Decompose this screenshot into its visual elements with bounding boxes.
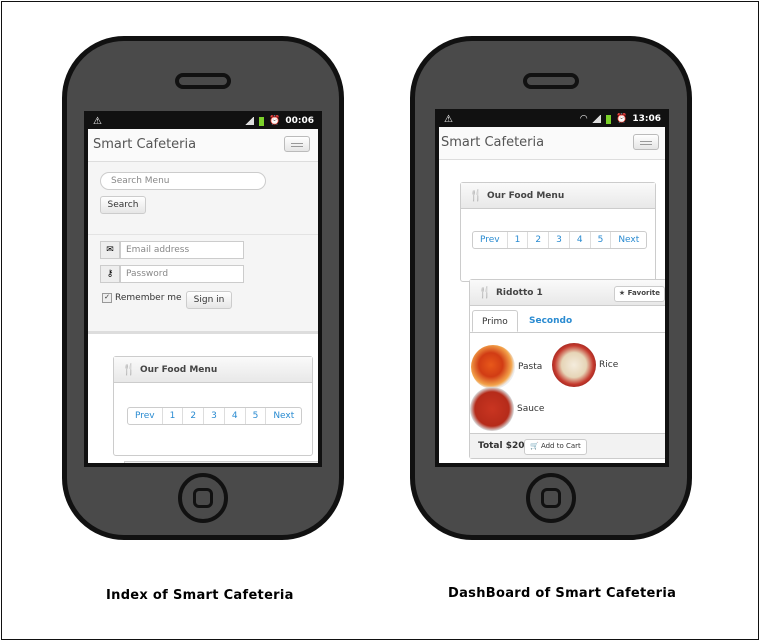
login-section: ✉ Email address ⚷ Password ✓ Remember me… [88, 235, 318, 334]
remember-me[interactable]: ✓ Remember me [102, 293, 182, 303]
phone-dashboard: ⚠ ◠ ⏰ 13:06 Smart Cafeteria 🍴 Our Food M… [410, 36, 692, 540]
food-item-panel: 🍴 Ridotto 1 ★ Favorite Primo Secondo Pas… [469, 279, 665, 459]
alarm-icon: ⏰ [616, 114, 628, 124]
email-field[interactable]: Email address [120, 241, 244, 259]
warning-icon: ⚠ [444, 114, 453, 125]
signal-icon [592, 115, 602, 123]
phone-index: ⚠ ⏰ 00:06 Smart Cafeteria Search Menu Se… [62, 36, 344, 540]
sauce-image [470, 387, 514, 431]
page-5[interactable]: 5 [246, 408, 267, 424]
page-2[interactable]: 2 [528, 232, 550, 248]
search-button[interactable]: Search [100, 196, 146, 214]
pagination: Prev 1 2 3 4 5 Next [472, 231, 648, 249]
status-bar: ⚠ ⏰ 00:06 [88, 115, 318, 129]
dish-label: Pasta [518, 362, 543, 372]
signal-icon [245, 117, 255, 125]
cutlery-icon: 🍴 [469, 189, 483, 202]
total-price: Total $20 [478, 441, 525, 451]
dish-label: Rice [599, 360, 619, 370]
page-next[interactable]: Next [266, 408, 301, 424]
password-field[interactable]: Password [120, 265, 244, 283]
page-1[interactable]: 1 [508, 232, 529, 248]
envelope-icon: ✉ [100, 241, 120, 259]
cutlery-icon: 🍴 [478, 286, 492, 299]
pagination: Prev 1 2 3 4 5 Next [127, 407, 303, 425]
status-bar: ⚠ ◠ ⏰ 13:06 [439, 113, 665, 127]
page-5[interactable]: 5 [591, 232, 612, 248]
remember-label: Remember me [115, 293, 182, 303]
page-3[interactable]: 3 [549, 232, 570, 248]
page-2[interactable]: 2 [183, 408, 205, 424]
alarm-icon: ⏰ [269, 116, 281, 126]
cutlery-icon: 🍴 [122, 363, 136, 376]
panel-footer: Total $20 🛒 Add to Cart [470, 433, 665, 458]
dish-tabs: Primo Secondo [470, 306, 665, 333]
app-header: Smart Cafeteria [439, 127, 665, 160]
dish-label: Sauce [517, 404, 545, 414]
star-icon: ★ [618, 289, 626, 297]
status-time: 13:06 [632, 114, 661, 124]
battery-icon [606, 114, 612, 124]
next-panel-stub [124, 461, 318, 463]
panel-header: 🍴 Our Food Menu [114, 357, 312, 383]
favorite-label: Favorite [627, 289, 660, 297]
panel-header: 🍴 Ridotto 1 ★ Favorite [470, 280, 665, 306]
page-1[interactable]: 1 [163, 408, 184, 424]
dish-rice[interactable]: Rice [552, 343, 618, 387]
tab-secondo[interactable]: Secondo [520, 310, 581, 332]
panel-title: Our Food Menu [140, 365, 218, 375]
page-next[interactable]: Next [611, 232, 646, 248]
status-time: 00:06 [285, 116, 314, 126]
pasta-image [471, 345, 515, 389]
tab-primo[interactable]: Primo [472, 310, 518, 332]
warning-icon: ⚠ [93, 116, 102, 127]
brand-title[interactable]: Smart Cafeteria [441, 135, 544, 150]
key-icon: ⚷ [100, 265, 120, 283]
menu-icon[interactable] [284, 136, 310, 152]
caption-dashboard: DashBoard of Smart Cafeteria [448, 586, 677, 601]
cart-icon: 🛒 [530, 442, 539, 450]
dish-pasta[interactable]: Pasta [471, 345, 542, 389]
search-input[interactable]: Search Menu [100, 172, 266, 190]
app-header: Smart Cafeteria [88, 129, 318, 162]
brand-title[interactable]: Smart Cafeteria [93, 137, 196, 152]
battery-icon [259, 116, 265, 126]
page-4[interactable]: 4 [225, 408, 246, 424]
favorite-button[interactable]: ★ Favorite [613, 286, 665, 302]
page-4[interactable]: 4 [570, 232, 591, 248]
panel-header: 🍴 Our Food Menu [461, 183, 655, 209]
index-screen: ⚠ ⏰ 00:06 Smart Cafeteria Search Menu Se… [84, 111, 322, 467]
home-button[interactable] [178, 473, 228, 523]
panel-title: Ridotto 1 [496, 288, 543, 298]
add-to-cart-label: Add to Cart [540, 442, 581, 450]
remember-checkbox[interactable]: ✓ [102, 293, 112, 303]
page-prev[interactable]: Prev [128, 408, 163, 424]
search-section: Search Menu Search [88, 162, 318, 235]
menu-icon[interactable] [633, 134, 659, 150]
add-to-cart-button[interactable]: 🛒 Add to Cart [524, 439, 587, 455]
sign-in-button[interactable]: Sign in [186, 291, 232, 309]
phone-speaker [523, 73, 579, 89]
page-prev[interactable]: Prev [473, 232, 508, 248]
home-button[interactable] [526, 473, 576, 523]
panel-title: Our Food Menu [487, 191, 565, 201]
phone-speaker [175, 73, 231, 89]
food-menu-panel: 🍴 Our Food Menu Prev 1 2 3 4 5 Next [460, 182, 656, 282]
food-menu-panel: 🍴 Our Food Menu Prev 1 2 3 4 5 Next [113, 356, 313, 456]
caption-index: Index of Smart Cafeteria [106, 588, 294, 603]
wifi-icon: ◠ [580, 114, 588, 124]
page-3[interactable]: 3 [204, 408, 225, 424]
dashboard-screen: ⚠ ◠ ⏰ 13:06 Smart Cafeteria 🍴 Our Food M… [435, 109, 669, 467]
dish-sauce[interactable]: Sauce [470, 387, 544, 431]
rice-image [552, 343, 596, 387]
